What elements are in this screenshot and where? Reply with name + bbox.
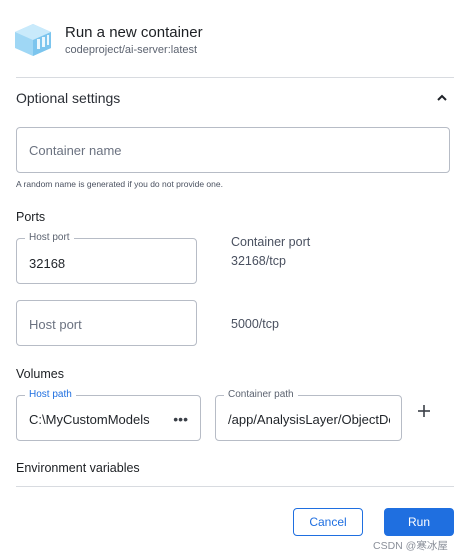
dialog-header: Run a new container codeproject/ai-serve… (14, 20, 460, 68)
container-port-value-2: 5000/tcp (231, 317, 279, 331)
host-port-input-2[interactable]: Host port (16, 300, 197, 346)
container-path-label: Container path (224, 389, 298, 400)
host-path-input[interactable]: Host path C:\MyCustomModels ••• (16, 389, 201, 441)
divider (16, 77, 454, 78)
dialog-title: Run a new container (65, 24, 203, 41)
container-name-input[interactable]: Container name (16, 127, 450, 173)
host-path-label: Host path (25, 389, 76, 400)
volumes-title: Volumes (16, 367, 64, 381)
add-volume-plus-icon[interactable] (417, 404, 431, 418)
run-button[interactable]: Run (384, 508, 454, 536)
container-name-helper: A random name is generated if you do not… (16, 179, 223, 189)
container-path-input[interactable]: Container path /app/AnalysisLayer/Object… (215, 389, 402, 441)
ports-title: Ports (16, 210, 46, 224)
cancel-button[interactable]: Cancel (293, 508, 363, 536)
host-path-value: C:\MyCustomModels (29, 412, 150, 427)
host-port-placeholder: Host port (29, 317, 82, 332)
browse-button[interactable]: ••• (173, 412, 188, 426)
host-port-input-1[interactable]: Host port 32168 (16, 232, 197, 284)
host-port-label: Host port (25, 232, 74, 243)
divider (16, 486, 454, 487)
container-port-label: Container port (231, 235, 311, 249)
environment-title: Environment variables (16, 461, 140, 475)
container-path-value: /app/AnalysisLayer/ObjectDe (228, 412, 390, 427)
watermark: CSDN @寒冰屋 (373, 540, 448, 552)
chevron-up-icon (437, 94, 447, 101)
optional-settings-toggle[interactable]: Optional settings (16, 90, 454, 112)
container-name-placeholder: Container name (29, 143, 122, 158)
host-port-value: 32168 (29, 256, 66, 271)
image-name: codeproject/ai-server:latest (65, 44, 198, 56)
docker-box-icon (15, 24, 51, 56)
optional-settings-title: Optional settings (16, 90, 121, 106)
container-port-value-1: 32168/tcp (231, 254, 286, 268)
